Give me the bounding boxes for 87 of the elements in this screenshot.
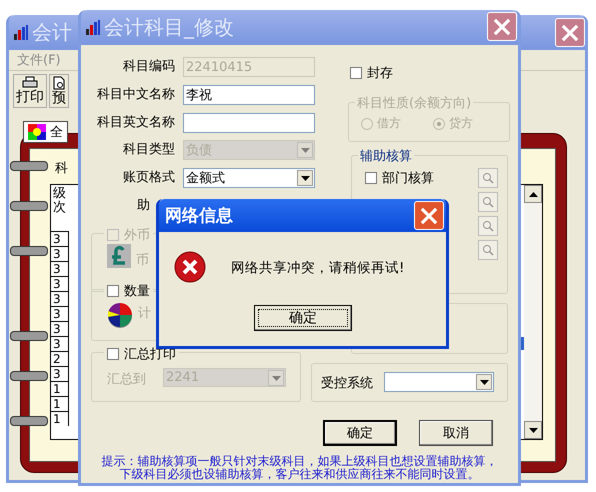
close-button[interactable] (487, 12, 517, 41)
table-cell: 3 (51, 231, 69, 246)
search-icon (482, 172, 494, 184)
field-label: 科目中文名称 (96, 86, 175, 104)
field-label: 科目类型 (122, 141, 175, 159)
field-label: 科目编码 (122, 58, 175, 76)
bar-chart-icon (85, 20, 101, 36)
field-label: 计 (138, 305, 151, 322)
dialog-title: 会计科目_修改 (104, 14, 234, 41)
caption: 科 (55, 160, 68, 177)
group-title: 辅助核算 (358, 147, 414, 165)
ok-button[interactable]: 确定 (254, 305, 352, 331)
checkbox-label: 部门核算 (382, 170, 434, 187)
close-icon (493, 18, 511, 36)
hint-text: 提示：辅助核算项一般只针对末级科目，如果上级科目也想设置辅助核算， (100, 455, 498, 468)
close-icon (420, 206, 438, 224)
checkbox-label: 数量 (124, 283, 150, 300)
table-cell: 1 (51, 381, 69, 396)
caret-icon (300, 148, 310, 152)
table-cell: 3 (51, 366, 69, 381)
color-grid-icon (28, 124, 46, 140)
table-cell: 3 (51, 276, 69, 291)
search-button[interactable] (478, 168, 498, 188)
checkbox[interactable] (350, 67, 362, 79)
checkbox-label: 外币 (124, 227, 150, 244)
pound-sign-icon (107, 244, 131, 268)
error-icon (174, 251, 206, 283)
table-cell: 3 (51, 321, 69, 336)
window-title: 会计 (32, 19, 72, 46)
text-field[interactable] (183, 113, 315, 133)
search-icon (482, 220, 494, 232)
tab[interactable]: 全 (23, 121, 68, 143)
hint-text: 下级科目必须也设辅助核算，客户往来和供应商往来不能同时设置。 (118, 468, 480, 481)
table-cell: 3 (51, 261, 69, 276)
binder-ring (10, 416, 48, 426)
close-icon (561, 24, 579, 42)
binder-ring (10, 246, 48, 256)
bar-chart-icon (13, 24, 29, 40)
message-text: 网络共享冲突，请稍候再试! (231, 259, 404, 277)
checkbox[interactable] (107, 285, 119, 297)
search-icon (482, 244, 494, 256)
scrollbar[interactable] (524, 185, 542, 439)
field-label: 科目英文名称 (96, 114, 175, 132)
caret-icon (480, 380, 488, 384)
table-cell: 3 (51, 246, 69, 261)
field-label: 助 (137, 197, 150, 215)
caret-icon (300, 176, 310, 180)
dropdown[interactable]: 金额式 (183, 168, 315, 188)
field-label: 受控系统 (321, 375, 373, 392)
toolbar-button[interactable]: 打印 (13, 74, 47, 108)
binder-ring (10, 201, 48, 211)
pie-chart-icon (107, 302, 133, 328)
up-arrow-icon (528, 192, 538, 196)
search-button[interactable] (478, 240, 498, 260)
column-header: 级次 (53, 187, 66, 216)
table-cell: 1 (51, 396, 69, 411)
down-arrow-icon (528, 428, 538, 432)
printer-icon (22, 76, 38, 89)
radio-label: 借方 (377, 115, 401, 132)
binder-ring (10, 371, 48, 381)
search-button[interactable] (478, 192, 498, 212)
table-cell: 3 (51, 336, 69, 351)
binder-ring (10, 161, 48, 171)
group-title: 科目性质(余额方向) (355, 94, 474, 112)
close-button[interactable] (555, 18, 585, 47)
search-button[interactable] (478, 216, 498, 236)
field-label: 币 (136, 252, 149, 269)
document-magnifier-icon (52, 76, 66, 90)
dialog-title: 网络信息 (165, 205, 233, 227)
binder-ring (10, 331, 48, 341)
close-button[interactable] (414, 201, 444, 230)
checkbox[interactable] (365, 172, 377, 184)
toolbar-button[interactable]: 预 (49, 74, 69, 108)
table-cell: 3 (51, 291, 69, 306)
radio-label: 贷方 (449, 115, 473, 132)
ok-button[interactable]: 确定 (323, 420, 397, 446)
caret-icon (272, 376, 280, 380)
field-label: 账页格式 (122, 169, 175, 187)
text-field[interactable]: 李祝 (183, 85, 315, 105)
search-icon (482, 196, 494, 208)
table-cell: 2 (51, 351, 69, 366)
checkbox-label: 封存 (367, 65, 393, 82)
cancel-button[interactable]: 取消 (419, 420, 493, 446)
dropdown[interactable] (384, 372, 494, 392)
field-label: 汇总到 (107, 371, 146, 388)
table-cell: 3 (51, 306, 69, 321)
table-cell: 1 (51, 411, 69, 426)
